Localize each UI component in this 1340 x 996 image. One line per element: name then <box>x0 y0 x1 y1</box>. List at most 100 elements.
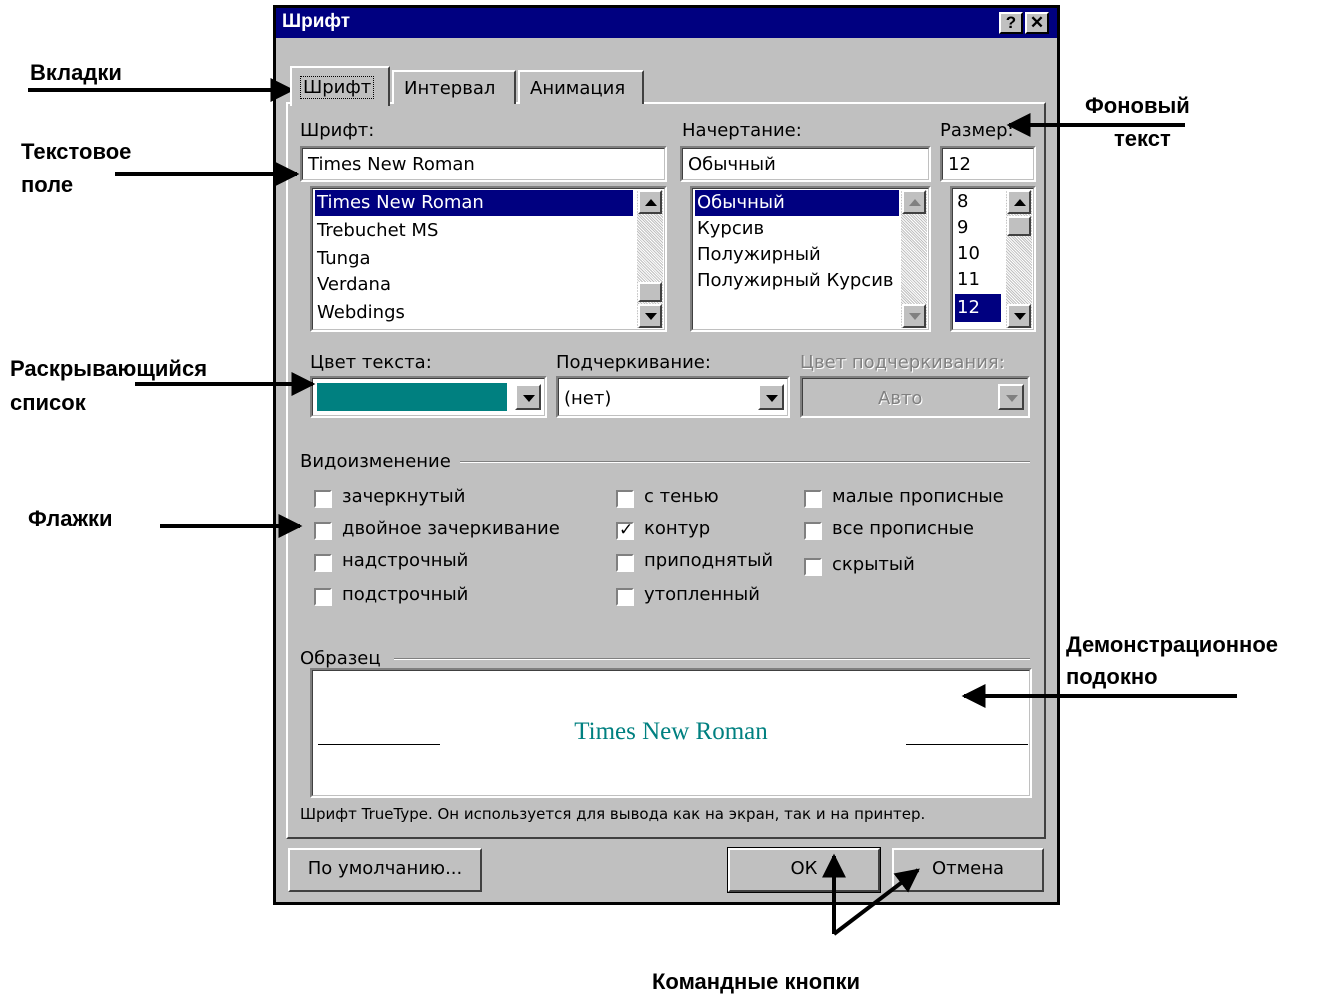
style-list-scrollbar[interactable] <box>901 190 927 328</box>
arrow-up-icon <box>1014 199 1026 206</box>
preview-group-label: Образец <box>300 648 381 669</box>
annotation-checkboxes: Флажки <box>28 506 113 531</box>
ok-button[interactable]: ОК <box>727 847 881 893</box>
all-caps-label: все прописные <box>832 518 974 539</box>
preview-pane: Times New Roman <box>310 668 1032 798</box>
emboss-label: приподнятый <box>644 550 774 571</box>
size-list-item[interactable]: 10 <box>955 242 1001 266</box>
scroll-down-button[interactable] <box>1007 304 1031 328</box>
font-list-item[interactable]: Trebuchet MS <box>315 218 633 244</box>
annotation-preview-line2: подокно <box>1066 664 1158 689</box>
font-size-list[interactable]: 8 9 10 11 12 <box>950 186 1036 332</box>
tab-animation-label: Анимация <box>530 78 626 99</box>
tab-spacing[interactable]: Интервал <box>392 70 516 104</box>
font-label: Шрифт: <box>300 120 375 141</box>
style-list-item[interactable]: Курсив <box>695 216 899 242</box>
size-list-item[interactable]: 12 <box>955 294 1001 322</box>
small-caps-checkbox[interactable] <box>804 490 822 508</box>
size-list-item[interactable]: 8 <box>955 190 1001 214</box>
arrow-down-icon <box>645 313 657 320</box>
font-size-value: 12 <box>948 154 971 175</box>
style-list-item[interactable]: Полужирный Курсив <box>695 268 899 294</box>
style-label: Начертание: <box>682 120 802 141</box>
dialog-title: Шрифт <box>282 11 351 32</box>
scroll-up-button <box>902 190 926 214</box>
strikethrough-label: зачеркнутый <box>342 486 466 507</box>
scroll-thumb[interactable] <box>638 282 662 302</box>
chevron-down-icon <box>766 395 778 402</box>
close-button[interactable]: ✕ <box>1025 12 1049 34</box>
font-list-scrollbar[interactable] <box>637 190 663 328</box>
annotation-text-field-line1: Текстовое <box>21 139 132 164</box>
font-list-item[interactable]: Verdana <box>315 272 633 298</box>
annotation-command-buttons: Командные кнопки <box>652 969 861 994</box>
style-list-item[interactable]: Полужирный <box>695 242 899 268</box>
outline-label: контур <box>644 518 711 539</box>
dropdown-button[interactable] <box>758 384 784 410</box>
chevron-down-icon <box>523 395 535 402</box>
engrave-label: утопленный <box>644 584 760 605</box>
tab-font[interactable]: Шрифт <box>290 66 390 106</box>
sample-text: Times New Roman <box>574 718 768 745</box>
scroll-down-button[interactable] <box>638 304 662 328</box>
scroll-up-button[interactable] <box>1007 190 1031 214</box>
preview-group-line <box>394 658 1030 660</box>
help-button[interactable]: ? <box>999 12 1023 34</box>
scroll-up-button[interactable] <box>638 190 662 214</box>
style-list-item[interactable]: Обычный <box>695 190 899 216</box>
size-list-item[interactable]: 9 <box>955 216 1001 240</box>
arrow-up-icon <box>645 199 657 206</box>
annotation-dropdown-line1: Раскрывающийся <box>10 356 208 381</box>
superscript-checkbox[interactable] <box>314 554 332 572</box>
underline-dropdown[interactable]: (нет) <box>556 376 790 418</box>
hidden-checkbox[interactable] <box>804 558 822 576</box>
font-size-input[interactable]: 12 <box>940 146 1036 182</box>
strikethrough-checkbox[interactable] <box>314 490 332 508</box>
dropdown-button[interactable] <box>515 384 541 410</box>
font-style-list[interactable]: Обычный Курсив Полужирный Полужирный Кур… <box>690 186 931 332</box>
underline-label: Подчеркивание: <box>556 352 711 373</box>
arrow-up-icon <box>909 199 921 206</box>
title-bar[interactable]: Шрифт ? ✕ <box>276 8 1057 38</box>
all-caps-checkbox[interactable] <box>804 522 822 540</box>
double-strikethrough-label: двойное зачеркивание <box>342 518 560 539</box>
effects-group-line <box>460 461 1030 463</box>
annotation-background-text-line2: текст <box>1114 126 1171 151</box>
double-strikethrough-checkbox[interactable] <box>314 522 332 540</box>
annotation-text-field-line2: поле <box>21 172 74 197</box>
subscript-label: подстрочный <box>342 584 469 605</box>
superscript-label: надстрочный <box>342 550 469 571</box>
font-list-item[interactable]: Webdings <box>315 300 633 326</box>
effects-group-label: Видоизменение <box>300 451 451 472</box>
size-list-item[interactable]: 11 <box>955 268 1001 292</box>
small-caps-label: малые прописные <box>832 486 1004 507</box>
engrave-checkbox[interactable] <box>616 588 634 606</box>
font-description: Шрифт TrueType. Он используется для выво… <box>300 805 926 823</box>
scroll-thumb[interactable] <box>1007 216 1031 236</box>
font-list-item[interactable]: Tunga <box>315 246 633 272</box>
annotation-dropdown-line2: список <box>10 390 86 415</box>
annotation-tabs: Вкладки <box>30 60 122 85</box>
underline-color-label: Цвет подчеркивания: <box>800 352 1005 373</box>
font-list[interactable]: Times New Roman Trebuchet MS Tunga Verda… <box>310 186 667 332</box>
outline-checkbox[interactable]: ✓ <box>616 520 634 540</box>
chevron-down-icon <box>1006 395 1018 402</box>
shadow-checkbox[interactable] <box>616 490 634 508</box>
emboss-checkbox[interactable] <box>616 554 634 572</box>
text-color-label: Цвет текста: <box>310 352 432 373</box>
tab-animation[interactable]: Анимация <box>518 70 644 104</box>
subscript-checkbox[interactable] <box>314 588 332 606</box>
text-color-swatch <box>317 383 507 411</box>
font-name-input[interactable]: Times New Roman <box>300 146 667 182</box>
font-style-input[interactable]: Обычный <box>680 146 931 182</box>
tab-spacing-label: Интервал <box>404 78 496 99</box>
size-list-scrollbar[interactable] <box>1006 190 1032 328</box>
text-color-dropdown[interactable] <box>310 376 547 418</box>
cancel-button[interactable]: Отмена <box>892 848 1044 892</box>
default-button[interactable]: По умолчанию... <box>288 848 482 892</box>
shadow-label: с тенью <box>644 486 719 507</box>
font-name-value: Times New Roman <box>308 154 475 175</box>
underline-color-dropdown: Авто <box>800 376 1030 418</box>
annotation-preview-line1: Демонстрационное <box>1066 632 1279 657</box>
font-list-item[interactable]: Times New Roman <box>315 190 633 216</box>
